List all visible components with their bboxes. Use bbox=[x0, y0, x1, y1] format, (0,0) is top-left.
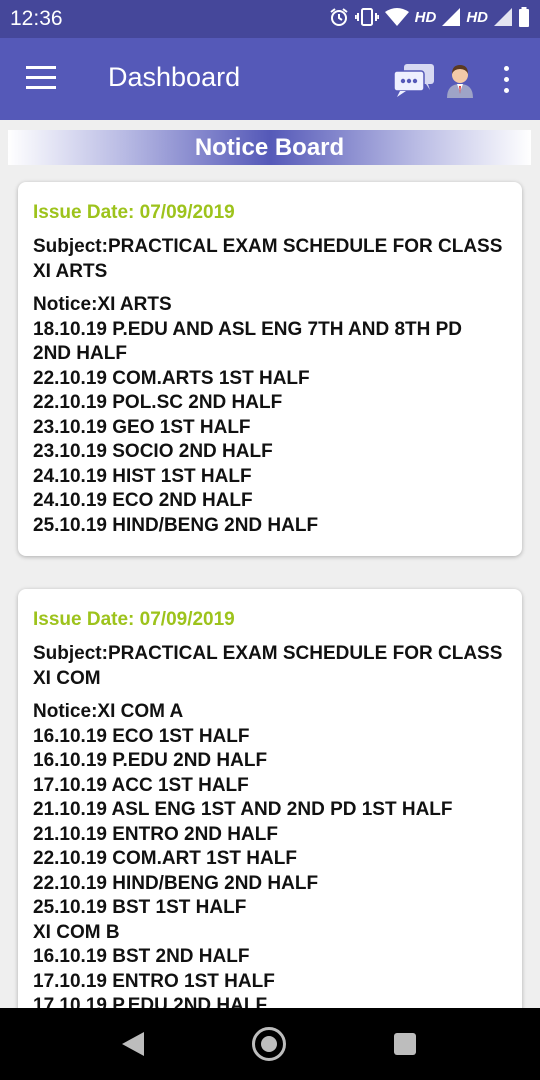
notice-body: Notice:XI ARTS 18.10.19 P.EDU AND ASL EN… bbox=[33, 293, 510, 538]
status-icons: HD HD bbox=[329, 7, 530, 27]
notice-line: 2ND HALF bbox=[33, 343, 127, 364]
notice-line: 22.10.19 COM.ARTS 1ST HALF bbox=[33, 367, 310, 389]
notice-line: XI COM B bbox=[33, 921, 120, 943]
menu-icon bbox=[26, 66, 56, 69]
app-bar: Dashboard bbox=[0, 38, 540, 120]
network-label-2: HD bbox=[466, 8, 488, 26]
status-bar: 12:36 HD HD bbox=[0, 0, 540, 38]
notice-line: Notice:XI COM A bbox=[33, 701, 184, 722]
notice-line: 23.10.19 SOCIO 2ND HALF bbox=[33, 441, 273, 462]
network-label-1: HD bbox=[414, 8, 437, 26]
menu-button[interactable] bbox=[26, 66, 58, 90]
notice-subject: Subject:PRACTICAL EXAM SCHEDULE FOR CLAS… bbox=[33, 643, 503, 689]
notice-card[interactable]: Issue Date: 07/09/2019 Subject:PRACTICAL… bbox=[18, 182, 522, 556]
notice-line: 22.10.19 HIND/BENG 2ND HALF bbox=[33, 872, 319, 894]
notice-line: 25.10.19 HIND/BENG 2ND HALF bbox=[33, 514, 319, 536]
status-time: 12:36 bbox=[10, 7, 63, 30]
wifi-icon bbox=[384, 8, 409, 26]
notice-line: 21.10.19 ASL ENG 1ST AND 2ND PD 1ST HALF bbox=[33, 799, 453, 820]
menu-icon-line bbox=[26, 76, 56, 79]
notice-line: 18.10.19 P.EDU AND ASL ENG 7TH AND 8TH P… bbox=[33, 318, 463, 340]
notice-line: 23.10.19 GEO 1ST HALF bbox=[33, 416, 251, 438]
notice-line: 24.10.19 ECO 2ND HALF bbox=[33, 490, 253, 511]
avatar-icon bbox=[447, 65, 473, 98]
notice-line: 16.10.19 P.EDU 2ND HALF bbox=[33, 750, 268, 771]
issue-date: Issue Date: 07/09/2019 bbox=[33, 202, 235, 223]
notice-line: 21.10.19 ENTRO 2ND HALF bbox=[33, 823, 278, 845]
notice-board-banner: Notice Board bbox=[8, 130, 531, 165]
notice-list[interactable]: Notice Board Issue Date: 07/09/2019 Subj… bbox=[0, 120, 540, 1008]
alarm-icon bbox=[330, 8, 348, 26]
more-vert-icon-dot bbox=[504, 88, 509, 93]
notice-line: 25.10.19 BST 1ST HALF bbox=[33, 897, 247, 918]
notice-line: 22.10.19 COM.ART 1ST HALF bbox=[33, 848, 297, 869]
notice-card[interactable]: Issue Date: 07/09/2019 Subject:PRACTICAL… bbox=[18, 589, 522, 1008]
vibrate-icon bbox=[354, 8, 379, 26]
battery-icon bbox=[519, 7, 529, 27]
notice-subject: Subject:PRACTICAL EXAM SCHEDULE FOR CLAS… bbox=[33, 236, 503, 282]
signal-icon bbox=[494, 8, 512, 26]
notice-line: Notice:XI ARTS bbox=[33, 294, 172, 315]
profile-button[interactable] bbox=[444, 62, 476, 98]
notice-line: 16.10.19 BST 2ND HALF bbox=[33, 946, 250, 967]
notice-line: 22.10.19 POL.SC 2ND HALF bbox=[33, 392, 283, 413]
chat-icon bbox=[393, 64, 434, 97]
signal-icon bbox=[442, 8, 461, 26]
more-vert-icon-dot bbox=[504, 77, 509, 82]
system-nav-bar bbox=[0, 1008, 540, 1080]
notice-line: 17.10.19 P.EDU 2ND HALF bbox=[33, 995, 268, 1008]
menu-icon-line bbox=[26, 86, 56, 89]
notice-line: 17.10.19 ACC 1ST HALF bbox=[33, 774, 249, 796]
page-title: Dashboard bbox=[108, 62, 241, 92]
notice-line: 16.10.19 ECO 1ST HALF bbox=[33, 725, 250, 747]
notice-line: 24.10.19 HIST 1ST HALF bbox=[33, 465, 252, 487]
issue-date: Issue Date: 07/09/2019 bbox=[33, 609, 235, 630]
home-icon[interactable] bbox=[252, 1027, 286, 1061]
recent-apps-icon[interactable] bbox=[394, 1033, 416, 1055]
more-options-button[interactable] bbox=[496, 64, 518, 96]
notice-line: 17.10.19 ENTRO 1ST HALF bbox=[33, 970, 275, 992]
notice-body: Notice:XI COM A 16.10.19 ECO 1ST HALF 16… bbox=[33, 700, 510, 1008]
more-vert-icon bbox=[504, 66, 509, 71]
chat-button[interactable] bbox=[392, 62, 436, 98]
back-icon[interactable] bbox=[120, 1030, 146, 1058]
